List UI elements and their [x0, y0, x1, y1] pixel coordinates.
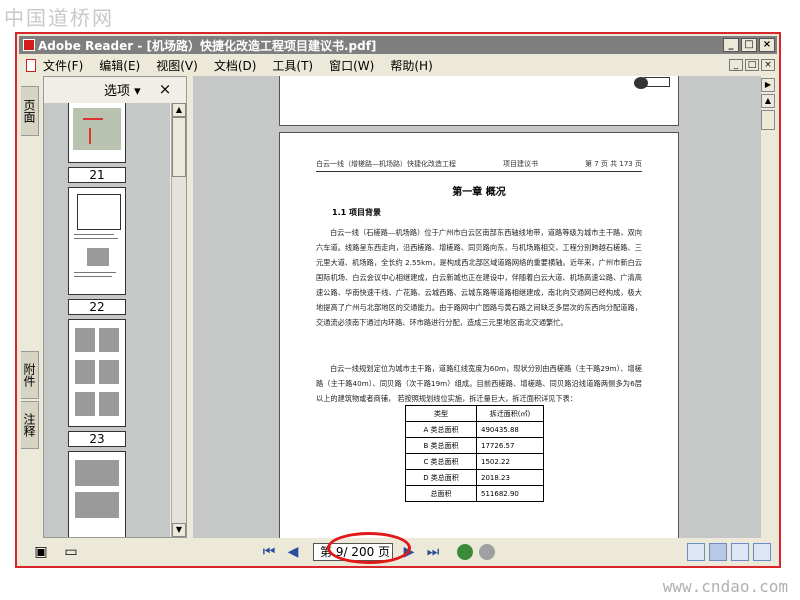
- paragraph-1: 白云一线（石槎路—机场路）位于广州市白云区南部东西轴线地带，道路等级为城市主干路…: [316, 228, 642, 327]
- highlight-annotation-circle: [327, 532, 411, 564]
- menu-bar: 文件(F) 编辑(E) 视图(V) 文档(D) 工具(T) 窗口(W) 帮助(H…: [19, 55, 777, 75]
- table-header-cell: 类型: [405, 405, 477, 422]
- page-thumbnail-23[interactable]: [68, 319, 126, 427]
- table-cell: 17726.57: [476, 437, 544, 454]
- facing-view-icon[interactable]: [731, 543, 749, 561]
- scroll-up-arrow-icon[interactable]: ▲: [172, 103, 186, 117]
- table-row: A 类总面积 490435.88: [405, 421, 544, 438]
- app-window: Adobe Reader - [机场路）快捷化改造工程项目建议书.pdf] _ …: [15, 32, 781, 568]
- doc-restore-button[interactable]: □: [745, 59, 759, 71]
- panel-header: 选项 ▾ ×: [44, 77, 186, 101]
- thumbnail-label: 21: [68, 167, 126, 183]
- table-cell: 总面积: [405, 485, 477, 502]
- table-header-row: 类型 拆迁面积(㎡): [405, 405, 544, 422]
- table-row: B 类总面积 17726.57: [405, 437, 544, 454]
- table-cell: A 类总面积: [405, 421, 477, 438]
- section-title: 1.1 项目背景: [332, 208, 381, 217]
- current-page: 白云一线（增槎路—机场路）快捷化改造工程 项目建议书 第 7 页 共 173 页…: [279, 132, 679, 538]
- continuous-facing-view-icon[interactable]: [753, 543, 771, 561]
- last-page-icon[interactable]: ⏭: [423, 543, 443, 561]
- scroll-up-arrow-icon[interactable]: ▲: [761, 94, 775, 108]
- chevron-down-icon: ▾: [134, 83, 141, 99]
- tab-pages[interactable]: 页面: [21, 86, 39, 136]
- tab-comments[interactable]: 注释: [21, 401, 39, 449]
- table-cell: D 类总面积: [405, 469, 477, 486]
- doc-close-button[interactable]: ×: [761, 59, 775, 71]
- header-project: 白云一线（增槎路—机场路）快捷化改造工程: [316, 160, 456, 168]
- page-thumbnail-24[interactable]: [68, 451, 126, 537]
- close-button[interactable]: ×: [759, 38, 775, 52]
- table-cell: B 类总面积: [405, 437, 477, 454]
- previous-page-icon[interactable]: ◀: [283, 543, 303, 561]
- tab-attachments[interactable]: 附件: [21, 351, 39, 399]
- window-title: Adobe Reader - [机场路）快捷化改造工程项目建议书.pdf]: [38, 38, 377, 53]
- table-row: D 类总面积 2018.23: [405, 469, 544, 486]
- fit-page-icon[interactable]: ▭: [61, 543, 81, 561]
- menu-document[interactable]: 文档(D): [214, 57, 257, 74]
- maximize-button[interactable]: □: [741, 38, 757, 52]
- menu-window[interactable]: 窗口(W): [329, 57, 374, 74]
- single-page-view-icon[interactable]: [687, 543, 705, 561]
- pages-panel: 选项 ▾ × 21 22 23 ▲ ▼: [43, 76, 187, 538]
- header-doc-type: 项目建议书: [503, 160, 539, 168]
- document-scroll-thumb[interactable]: [761, 110, 775, 130]
- table-cell: C 类总面积: [405, 453, 477, 470]
- scroll-thumb[interactable]: [172, 117, 186, 177]
- table-cell: 1502.22: [476, 453, 544, 470]
- document-scrollbar[interactable]: ▶ ▲: [761, 76, 777, 538]
- thumbnail-label: 22: [68, 299, 126, 315]
- paragraph-2: 白云一线规划定位为城市主干路，道路红线宽度为60m，现状分别由西槎路（主干路29…: [316, 364, 642, 403]
- menu-view[interactable]: 视图(V): [156, 57, 198, 74]
- chapter-title: 第一章 概况: [452, 187, 506, 198]
- panel-close-button[interactable]: ×: [159, 80, 172, 98]
- page-header: 白云一线（增槎路—机场路）快捷化改造工程 项目建议书 第 7 页 共 173 页: [316, 159, 642, 172]
- go-forward-icon[interactable]: [479, 544, 495, 560]
- adobe-reader-icon: [23, 39, 35, 51]
- previous-page: [279, 76, 679, 126]
- watermark-top: 中国道桥网: [4, 6, 114, 30]
- doc-minimize-button[interactable]: _: [729, 59, 743, 71]
- thumbnail-label: 23: [68, 431, 126, 447]
- header-page-count: 第 7 页 共 173 页: [585, 160, 642, 168]
- minimize-button[interactable]: _: [723, 38, 739, 52]
- table-row: 总面积 511682.90: [405, 485, 544, 502]
- logo-text-block: [644, 77, 670, 87]
- menu-tools[interactable]: 工具(T): [272, 57, 313, 74]
- view-mode-icon[interactable]: ▣: [31, 543, 51, 561]
- table-cell: 511682.90: [476, 485, 544, 502]
- thumbnail-scrollbar[interactable]: ▲ ▼: [171, 103, 186, 537]
- menu-file[interactable]: 文件(F): [43, 57, 83, 74]
- page-thumbnail-21[interactable]: [68, 103, 126, 163]
- table-cell: 2018.23: [476, 469, 544, 486]
- menu-help[interactable]: 帮助(H): [390, 57, 432, 74]
- title-bar: Adobe Reader - [机场路）快捷化改造工程项目建议书.pdf] _ …: [19, 36, 777, 54]
- menu-edit[interactable]: 编辑(E): [99, 57, 140, 74]
- navigation-tabs: 页面 附件 注释: [19, 76, 41, 538]
- watermark-bottom: www.cndao.com: [662, 577, 788, 596]
- scroll-down-arrow-icon[interactable]: ▼: [172, 523, 186, 537]
- pdf-document-icon[interactable]: [23, 58, 37, 72]
- table-cell: 490435.88: [476, 421, 544, 438]
- document-view[interactable]: 白云一线（增槎路—机场路）快捷化改造工程 项目建议书 第 7 页 共 173 页…: [193, 76, 761, 538]
- first-page-icon[interactable]: ⏮: [259, 543, 279, 561]
- thumbnail-list: 21 22 23: [44, 103, 170, 537]
- continuous-view-icon[interactable]: [709, 543, 727, 561]
- scroll-right-arrow-icon[interactable]: ▶: [761, 78, 775, 92]
- page-thumbnail-22[interactable]: [68, 187, 126, 295]
- table-row: C 类总面积 1502.22: [405, 453, 544, 470]
- options-label: 选项: [104, 83, 131, 99]
- options-menu[interactable]: 选项 ▾: [104, 80, 141, 99]
- demolition-area-table: 类型 拆迁面积(㎡) A 类总面积 490435.88 B 类总面积 17726…: [405, 405, 544, 502]
- go-back-icon[interactable]: [457, 544, 473, 560]
- table-header-cell: 拆迁面积(㎡): [476, 405, 544, 422]
